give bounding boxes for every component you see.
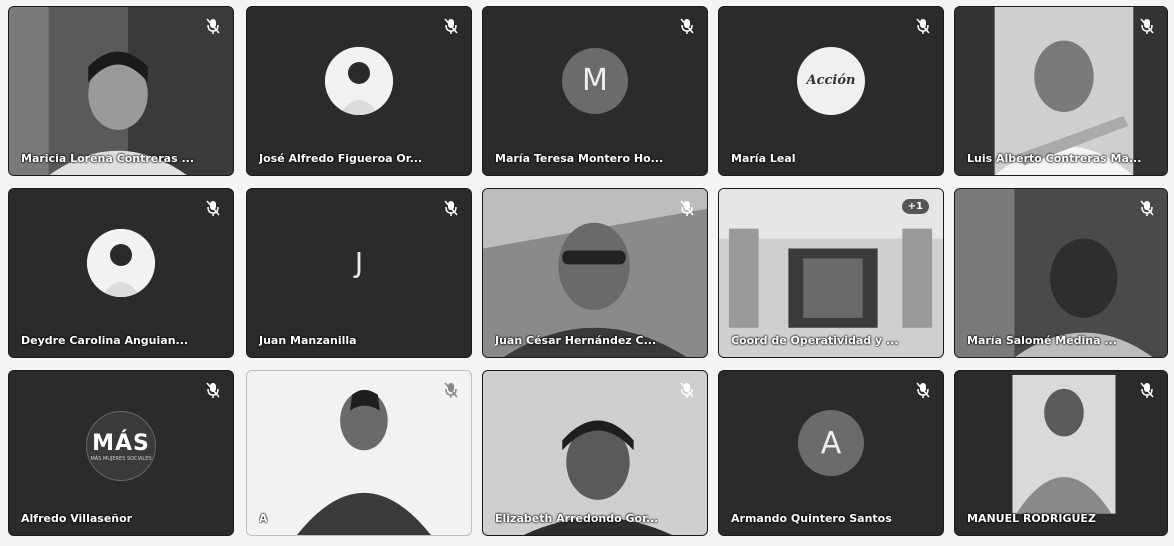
participant-name: José Alfredo Figueroa Or... (259, 152, 423, 165)
participant-tile[interactable]: MANUEL RODRIGUEZ (954, 370, 1168, 536)
participant-tile[interactable]: María Salomé Medina ... (954, 188, 1168, 358)
participant-name: María Salomé Medina ... (967, 334, 1117, 347)
participant-name: María Teresa Montero Ho... (495, 152, 664, 165)
participant-name: Alfredo Villaseñor (21, 512, 133, 525)
participant-video (483, 189, 707, 357)
avatar: Acción (797, 46, 865, 115)
mic-off-icon (679, 199, 695, 217)
participant-tile[interactable]: Deydre Carolina Anguian... (8, 188, 234, 358)
mic-off-icon (679, 17, 695, 35)
mic-off-icon (205, 17, 221, 35)
participant-name: Deydre Carolina Anguian... (21, 334, 189, 347)
mic-off-icon (205, 199, 221, 217)
participant-video (9, 7, 233, 175)
participant-name: Maricia Lorena Contreras ... (21, 152, 195, 165)
participant-name: María Leal (731, 152, 796, 165)
participant-name: Coord de Operatividad y ... (731, 334, 899, 347)
mic-off-icon (443, 17, 459, 35)
mic-off-icon (1139, 199, 1155, 217)
participant-tile[interactable]: A Armando Quintero Santos (718, 370, 944, 536)
participant-tile[interactable]: Luis Alberto Contreras Ma... (954, 6, 1168, 176)
participant-video (719, 189, 943, 357)
participant-tile[interactable]: J Juan Manzanilla (246, 188, 472, 358)
mic-off-icon (205, 381, 221, 399)
participant-name: Juan Manzanilla (259, 334, 357, 347)
avatar: J (354, 246, 364, 280)
participant-name: MANUEL RODRIGUEZ (967, 512, 1096, 525)
participant-name: A (259, 512, 268, 525)
mic-off-icon (915, 17, 931, 35)
mic-off-icon (679, 381, 695, 399)
participant-tile[interactable]: A (246, 370, 472, 536)
participant-name: Juan César Hernández C... (495, 334, 657, 347)
avatar: A (798, 410, 864, 477)
participant-name: Elizabeth Arredondo Gor... (495, 512, 659, 525)
participant-tile[interactable]: Elizabeth Arredondo Gor... (482, 370, 708, 536)
mic-off-icon (915, 381, 931, 399)
mic-off-icon (443, 381, 459, 399)
participant-tile[interactable]: Maricia Lorena Contreras ... (8, 6, 234, 176)
avatar-logo: Acción (806, 73, 856, 89)
avatar (325, 46, 393, 115)
participant-video (247, 371, 471, 535)
participant-video (955, 7, 1167, 175)
participant-tile[interactable]: M María Teresa Montero Ho... (482, 6, 708, 176)
participant-video (955, 189, 1167, 357)
hidden-participants-badge[interactable]: +1 (901, 199, 929, 214)
participant-tile[interactable]: MÁS MÁS MUJERES SOCIALES Alfredo Villase… (8, 370, 234, 536)
participant-tile[interactable]: +1 Coord de Operatividad y ... (718, 188, 944, 358)
mic-off-icon (443, 199, 459, 217)
participant-name: Armando Quintero Santos (731, 512, 892, 525)
participant-video (955, 371, 1167, 535)
avatar-logo: MÁS MÁS MUJERES SOCIALES (86, 411, 156, 482)
mic-off-icon (1139, 381, 1155, 399)
participant-tile[interactable]: José Alfredo Figueroa Or... (246, 6, 472, 176)
mic-off-icon (1139, 17, 1155, 35)
logo-subtext: MÁS MUJERES SOCIALES (90, 455, 152, 462)
participant-video (483, 371, 707, 535)
participant-tile[interactable]: Juan César Hernández C... (482, 188, 708, 358)
participant-tile[interactable]: Acción María Leal (718, 6, 944, 176)
logo-text: MÁS (92, 430, 150, 456)
avatar (87, 228, 155, 297)
avatar: M (562, 47, 628, 114)
participant-name: Luis Alberto Contreras Ma... (967, 152, 1142, 165)
participant-grid: Maricia Lorena Contreras ... José Alfred… (0, 0, 1174, 546)
